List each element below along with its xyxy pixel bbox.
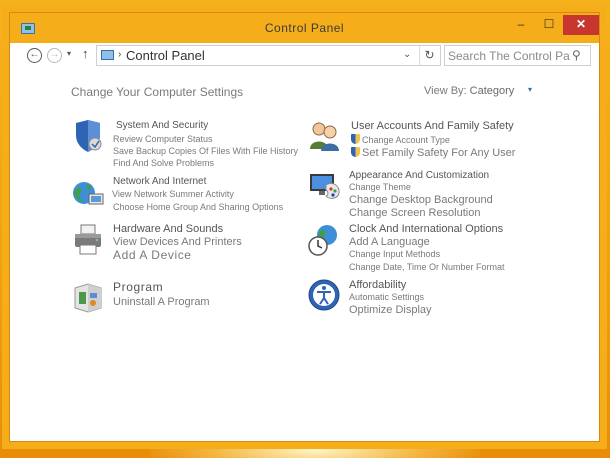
category-title[interactable]: Clock And International Options	[349, 223, 503, 235]
control-panel-content: Change Your Computer Settings View By: C…	[10, 69, 599, 443]
category-programs: Program Uninstall A Program	[71, 280, 311, 320]
view-by-label: View By:	[424, 85, 467, 97]
category-title[interactable]: Appearance And Customization	[349, 170, 489, 181]
recent-locations-dropdown[interactable]: ▾	[67, 49, 71, 58]
category-user-accounts: User Accounts And Family Safety Change A…	[307, 119, 567, 169]
category-link[interactable]: View Network Summer Activity	[112, 189, 234, 199]
printer-icon[interactable]	[71, 223, 105, 257]
category-link[interactable]: Change Theme	[349, 182, 411, 192]
shield-icon[interactable]	[71, 119, 105, 153]
category-title[interactable]: Affordability	[349, 279, 406, 291]
category-system-security: System And Security Review Computer Stat…	[71, 119, 311, 179]
address-bar[interactable]: › Control Panel ⌄ ↻	[96, 45, 441, 66]
category-title[interactable]: User Accounts And Family Safety	[351, 120, 514, 132]
category-link[interactable]: View Devices And Printers	[113, 236, 242, 248]
navigation-bar: ← → ▾ ↑ › Control Panel ⌄ ↻ ⚲	[10, 43, 599, 69]
view-by-value[interactable]: Category	[470, 85, 515, 97]
category-clock-region: Clock And International Options Add A La…	[307, 223, 567, 273]
clock-globe-icon[interactable]	[307, 223, 341, 257]
close-button[interactable]: ✕	[563, 15, 599, 35]
view-by[interactable]: View By: Category	[424, 85, 514, 97]
category-link[interactable]: Change Account Type	[351, 134, 450, 145]
category-link[interactable]: Change Screen Resolution	[349, 207, 480, 219]
globe-icon[interactable]	[71, 176, 105, 210]
category-link[interactable]: Find And Solve Problems	[113, 158, 214, 168]
category-title[interactable]: Program	[113, 280, 163, 294]
title-bar[interactable]: Control Panel – ☐ ✕	[10, 13, 599, 43]
programs-icon[interactable]	[71, 280, 105, 314]
control-panel-window: Control Panel – ☐ ✕ ← → ▾ ↑ › Control Pa…	[9, 12, 600, 442]
category-link[interactable]: Set Family Safety For Any User	[351, 147, 515, 159]
address-dropdown-button[interactable]: ⌄	[403, 49, 411, 60]
shield-icon	[351, 134, 360, 144]
category-title[interactable]: Network And Internet	[113, 176, 206, 187]
category-link[interactable]: Change Desktop Background	[349, 194, 493, 206]
breadcrumb-control-panel[interactable]: Control Panel	[126, 48, 205, 63]
category-network-internet: Network And Internet View Network Summer…	[71, 176, 311, 226]
category-link[interactable]: Add A Language	[349, 236, 430, 248]
ease-of-access-icon[interactable]	[307, 278, 341, 312]
back-button[interactable]: ←	[27, 48, 42, 63]
shield-icon	[351, 147, 360, 157]
category-hardware-sound: Hardware And Sounds View Devices And Pri…	[71, 223, 311, 273]
category-link[interactable]: Change Date, Time Or Number Format	[349, 262, 505, 272]
category-link[interactable]: Add A Device	[113, 248, 192, 262]
category-appearance: Appearance And Customization Change Them…	[307, 169, 567, 219]
breadcrumb-separator[interactable]: ›	[118, 49, 121, 60]
category-link[interactable]: Save Backup Copies Of Files With File Hi…	[113, 146, 298, 156]
category-link-label: Set Family Safety For Any User	[362, 147, 516, 159]
category-link-label: Change Account Type	[362, 135, 450, 145]
up-button[interactable]: ↑	[82, 46, 89, 61]
category-title[interactable]: Hardware And Sounds	[113, 223, 223, 235]
category-link[interactable]: Change Input Methods	[349, 249, 440, 259]
users-icon[interactable]	[307, 119, 341, 153]
monitor-palette-icon[interactable]	[307, 169, 341, 203]
category-link[interactable]: Automatic Settings	[349, 292, 424, 302]
category-link[interactable]: Uninstall A Program	[113, 296, 210, 308]
minimize-button[interactable]: –	[508, 15, 534, 35]
search-input[interactable]	[448, 47, 570, 64]
category-title[interactable]: System And Security	[116, 120, 208, 131]
category-link[interactable]: Choose Home Group And Sharing Options	[113, 202, 283, 212]
search-icon[interactable]: ⚲	[572, 48, 581, 62]
chevron-down-icon[interactable]: ▾	[528, 85, 532, 94]
category-link[interactable]: Optimize Display	[349, 304, 432, 316]
page-title: Change Your Computer Settings	[71, 85, 244, 99]
category-link[interactable]: Review Computer Status	[113, 134, 213, 144]
maximize-button[interactable]: ☐	[536, 15, 562, 35]
category-ease-of-access: Affordability Automatic Settings Optimiz…	[307, 278, 567, 323]
search-box[interactable]: ⚲	[444, 45, 591, 66]
forward-button[interactable]: →	[47, 48, 62, 63]
refresh-button[interactable]: ↻	[419, 46, 439, 65]
control-panel-icon	[101, 50, 114, 60]
